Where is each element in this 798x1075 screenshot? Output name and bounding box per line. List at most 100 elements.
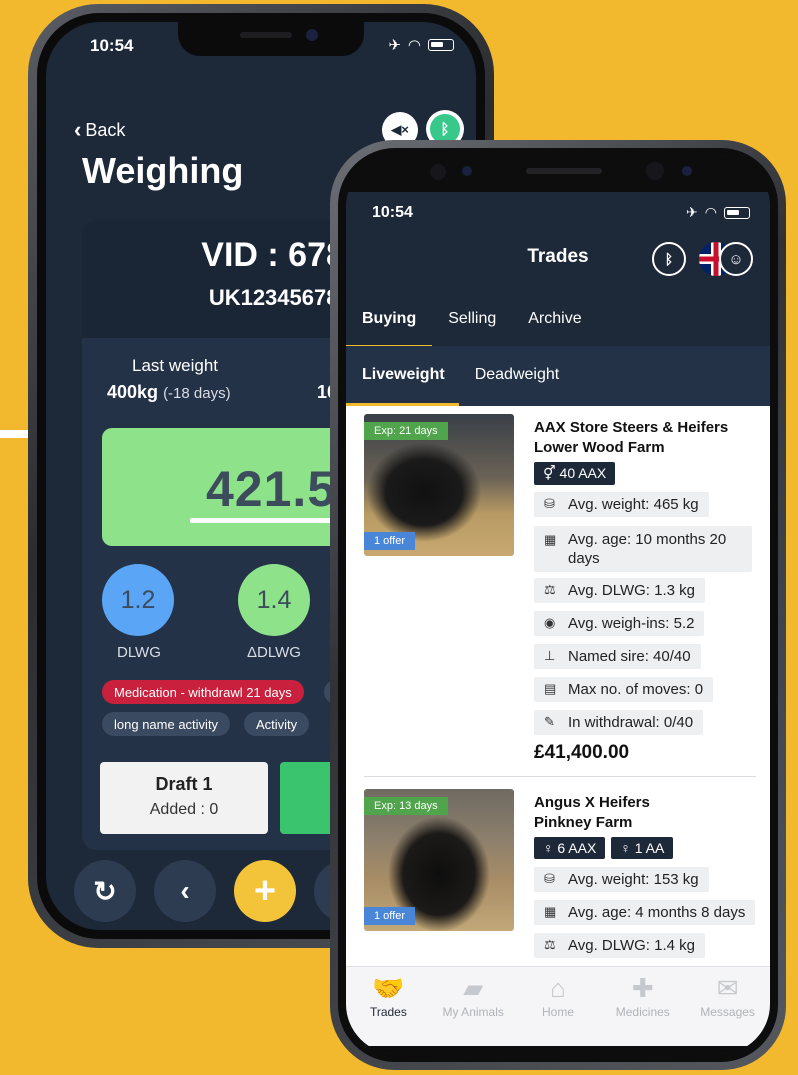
tab-selling[interactable]: Selling bbox=[432, 298, 512, 346]
expiry-badge: Exp: 13 days bbox=[364, 797, 448, 815]
nav-messages-label: Messages bbox=[700, 1005, 755, 1019]
plus-icon: + bbox=[253, 869, 277, 912]
sex-badges: ⚥ 40 AAX bbox=[534, 462, 616, 485]
add-button[interactable]: + bbox=[234, 860, 296, 922]
weight-icon: ⛁ bbox=[544, 496, 555, 511]
warehouse-icon: ▤ bbox=[544, 681, 557, 696]
sitemap-icon: ⊥ bbox=[544, 648, 556, 663]
status-icons: ✈ ◠ bbox=[388, 36, 454, 54]
bottom-nav: 🤝 Trades ▰ My Animals ⌂ Home ✚ Medicines… bbox=[346, 966, 770, 1046]
avg-dlwg: ⚖ Avg. DLWG: 1.4 kg bbox=[534, 933, 705, 958]
user-profile-button[interactable]: ☺ bbox=[719, 242, 753, 276]
nav-my-animals-label: My Animals bbox=[442, 1005, 504, 1019]
last-weight-age: (-18 days) bbox=[163, 385, 231, 402]
status-time: 10:54 bbox=[90, 36, 134, 55]
delta-dlwg-label: ΔDLWG bbox=[247, 644, 301, 661]
lot-name: AAX Store Steers & Heifers bbox=[534, 419, 729, 436]
chevron-left-icon: ‹ bbox=[180, 875, 190, 906]
last-weight-kg: 400kg bbox=[107, 382, 159, 402]
calendar-icon: ▦ bbox=[544, 532, 557, 547]
last-weight-label: Last weight bbox=[132, 356, 218, 375]
refresh-icon: ↻ bbox=[93, 875, 117, 907]
named-sire: ⊥ Named sire: 40/40 bbox=[534, 644, 701, 669]
nav-messages[interactable]: ✉ Messages bbox=[685, 967, 770, 1046]
page-title: Weighing bbox=[82, 150, 244, 191]
tag-activity[interactable]: Activity bbox=[244, 712, 310, 736]
back-label: Back bbox=[85, 119, 126, 140]
phone-top-bezel bbox=[346, 156, 770, 192]
status-time: 10:54 bbox=[372, 204, 413, 221]
lot-title: AAX Store Steers & Heifers Lower Wood Fa… bbox=[534, 418, 728, 458]
handshake-icon: 🤝 bbox=[372, 973, 405, 1003]
calendar-icon: ▦ bbox=[544, 904, 557, 919]
offer-badge: 1 offer bbox=[364, 907, 415, 925]
sub-tabs: Liveweight Deadweight bbox=[346, 346, 770, 406]
medicine-bottle-icon: ✚ bbox=[631, 973, 654, 1003]
last-weight-value: 400kg (-18 days) bbox=[107, 382, 231, 403]
sex-badge: ♀ 1 AA bbox=[611, 837, 674, 859]
current-weight-value: 421.5 bbox=[206, 461, 337, 517]
avg-weight: ⛁ Avg. weight: 465 kg bbox=[534, 492, 709, 517]
nav-my-animals[interactable]: ▰ My Animals bbox=[431, 967, 516, 1046]
wifi-icon: ◠ bbox=[704, 204, 717, 220]
lot-farm: Lower Wood Farm bbox=[534, 439, 665, 456]
withdrawal: ✎ In withdrawal: 0/40 bbox=[534, 710, 704, 735]
airplane-icon: ✈ bbox=[388, 37, 401, 54]
scale-icon: ⚖ bbox=[544, 582, 556, 597]
wifi-icon: ◠ bbox=[407, 37, 421, 54]
max-moves: ▤ Max no. of moves: 0 bbox=[534, 677, 714, 702]
avg-weighins: ◉ Avg. weigh-ins: 5.2 bbox=[534, 611, 705, 636]
nav-home[interactable]: ⌂ Home bbox=[516, 967, 601, 1046]
main-tabs: Buying Selling Archive bbox=[346, 298, 770, 348]
airplane-icon: ✈ bbox=[686, 204, 698, 220]
tag-long-name-activity[interactable]: long name activity bbox=[102, 712, 231, 736]
nav-medicines-label: Medicines bbox=[615, 1005, 670, 1019]
back-button[interactable]: ‹ Back bbox=[74, 117, 125, 143]
dlwg-circle: 1.2 bbox=[102, 564, 174, 636]
avg-age: ▦ Avg. age: 10 months 20 days bbox=[534, 526, 752, 572]
chevron-left-icon: ‹ bbox=[74, 117, 82, 142]
tab-buying[interactable]: Buying bbox=[346, 298, 433, 348]
phone-notch bbox=[178, 22, 364, 56]
bluetooth-button[interactable]: ᛒ bbox=[652, 242, 686, 276]
lot-photo: Exp: 21 days 1 offer bbox=[364, 414, 514, 556]
divider bbox=[364, 776, 756, 777]
avg-age: ▦ Avg. age: 4 months 8 days bbox=[534, 900, 756, 925]
battery-icon bbox=[724, 206, 750, 219]
dlwg-label: DLWG bbox=[117, 644, 161, 661]
lot-price: £41,400.00 bbox=[534, 742, 630, 763]
nav-home-label: Home bbox=[541, 1005, 574, 1019]
delta-dlwg-circle: 1.4 bbox=[238, 564, 310, 636]
nav-medicines[interactable]: ✚ Medicines bbox=[600, 967, 685, 1046]
offer-badge: 1 offer bbox=[364, 532, 415, 550]
user-icon: ☺ bbox=[728, 250, 744, 268]
draft-1-title: Draft 1 bbox=[155, 774, 213, 794]
envelope-icon: ✉ bbox=[716, 973, 739, 1003]
lots-list: Exp: 21 days 1 offer AAX Store Steers & … bbox=[346, 406, 770, 966]
trades-phone: 10:54 ✈ ◠ Trades ᛒ ☺ Buying Selling Arch… bbox=[330, 140, 786, 1070]
avg-weight: ⛁ Avg. weight: 153 kg bbox=[534, 867, 709, 892]
sex-badge: ⚥ 40 AAX bbox=[534, 462, 616, 485]
phone-bottom-bezel bbox=[346, 1046, 770, 1054]
scale-icon: ⚖ bbox=[544, 937, 556, 952]
tab-archive[interactable]: Archive bbox=[512, 298, 597, 346]
weight-icon: ⛁ bbox=[544, 871, 555, 886]
speaker-mute-icon: ◀× bbox=[391, 122, 409, 137]
tab-deadweight[interactable]: Deadweight bbox=[459, 346, 574, 406]
weigh-in-icon: ◉ bbox=[544, 615, 556, 630]
draft-1-button[interactable]: Draft 1 Added : 0 bbox=[100, 762, 268, 834]
draft-1-added: Added : 0 bbox=[149, 801, 219, 818]
previous-button[interactable]: ‹ bbox=[154, 860, 216, 922]
refresh-button[interactable]: ↻ bbox=[74, 860, 136, 922]
cow-icon: ▰ bbox=[463, 973, 484, 1003]
bluetooth-icon: ᛒ bbox=[664, 251, 674, 267]
lot-farm: Pinkney Farm bbox=[534, 814, 633, 831]
nav-trades[interactable]: 🤝 Trades bbox=[346, 967, 431, 1046]
tab-liveweight[interactable]: Liveweight bbox=[346, 346, 459, 406]
tag-medication[interactable]: Medication - withdrawl 21 days bbox=[102, 680, 304, 704]
lot-photo: Exp: 13 days 1 offer bbox=[364, 789, 514, 931]
lot-title: Angus X Heifers Pinkney Farm bbox=[534, 793, 650, 833]
lot-name: Angus X Heifers bbox=[534, 794, 650, 811]
nav-trades-label: Trades bbox=[369, 1005, 407, 1019]
expiry-badge: Exp: 21 days bbox=[364, 422, 448, 440]
